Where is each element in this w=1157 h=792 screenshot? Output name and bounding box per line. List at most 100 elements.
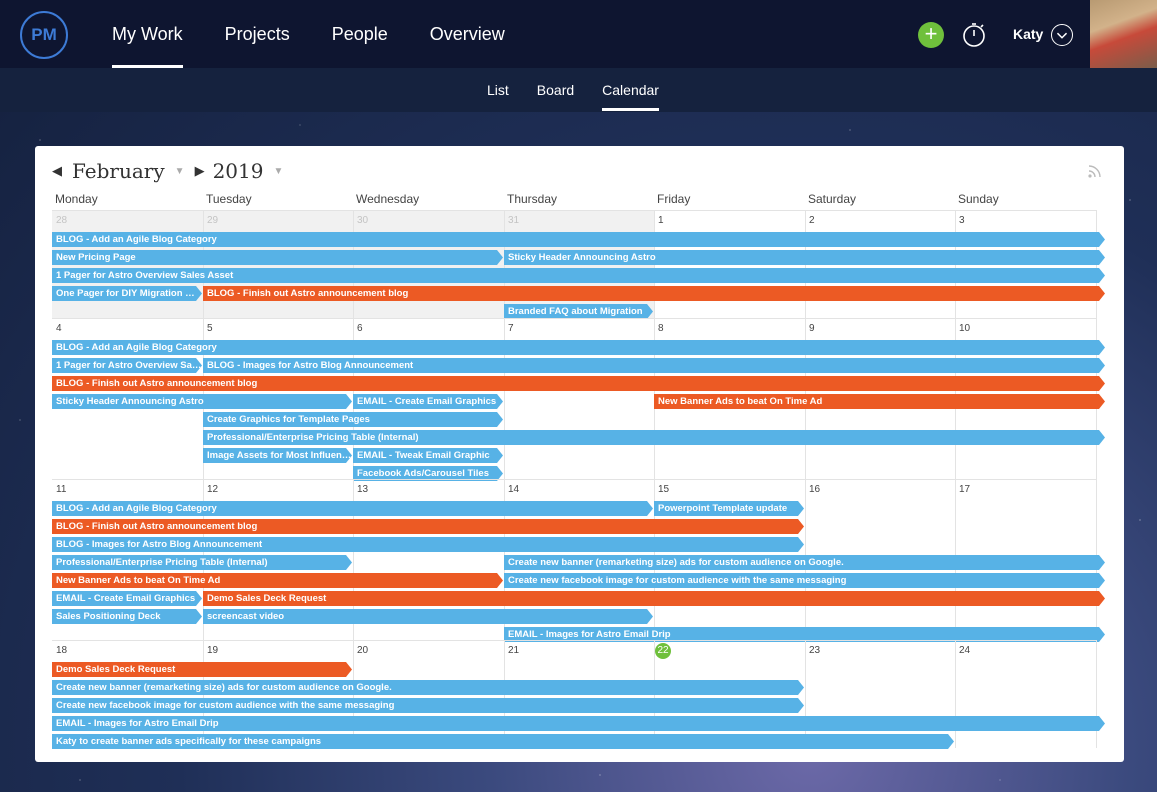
task-bar[interactable]: Create new banner (remarketing size) ads… xyxy=(52,680,804,695)
day-number[interactable]: 4 xyxy=(56,323,62,334)
month-label[interactable]: February xyxy=(72,159,165,183)
task-bar[interactable]: New Banner Ads to beat On Time Ad xyxy=(654,394,1105,409)
task-bar[interactable]: EMAIL - Create Email Graphics xyxy=(353,394,503,409)
task-bar[interactable]: Create new facebook image for custom aud… xyxy=(504,573,1105,588)
day-number[interactable]: 31 xyxy=(508,215,519,226)
week-divider xyxy=(52,318,1097,319)
day-number[interactable]: 29 xyxy=(207,215,218,226)
user-name[interactable]: Katy xyxy=(1013,26,1043,42)
weekday-header: Wednesday xyxy=(356,192,420,206)
day-number[interactable]: 18 xyxy=(56,645,67,656)
task-bar[interactable]: Demo Sales Deck Request xyxy=(52,662,352,677)
task-bar[interactable]: EMAIL - Create Email Graphics xyxy=(52,591,202,606)
day-number[interactable]: 14 xyxy=(508,484,519,495)
day-number[interactable]: 7 xyxy=(508,323,514,334)
day-number[interactable]: 8 xyxy=(658,323,664,334)
task-bar[interactable]: New Banner Ads to beat On Time Ad xyxy=(52,573,503,588)
task-bar[interactable]: 1 Pager for Astro Overview Sales Asset xyxy=(52,268,1105,283)
day-number[interactable]: 24 xyxy=(959,645,970,656)
calendar-header: ◀ February ▼ ▶ 2019 ▼ xyxy=(52,158,293,184)
day-number[interactable]: 13 xyxy=(357,484,368,495)
weekday-header: Tuesday xyxy=(206,192,252,206)
year-dropdown-caret-icon[interactable]: ▼ xyxy=(273,166,283,177)
task-bar[interactable]: One Pager for DIY Migration Offering xyxy=(52,286,202,301)
task-bar[interactable]: Create new facebook image for custom aud… xyxy=(52,698,804,713)
day-number[interactable]: 17 xyxy=(959,484,970,495)
task-bar[interactable]: Image Assets for Most Influential xyxy=(203,448,352,463)
day-divider xyxy=(1096,640,1097,748)
day-divider xyxy=(955,640,956,748)
task-bar[interactable]: Professional/Enterprise Pricing Table (I… xyxy=(203,430,1105,445)
weekday-header: Friday xyxy=(657,192,691,206)
chevron-down-icon[interactable] xyxy=(1051,24,1073,46)
view-switcher: List Board Calendar xyxy=(487,68,687,112)
day-number[interactable]: 11 xyxy=(56,484,66,495)
year-label[interactable]: 2019 xyxy=(213,159,264,183)
nav-projects[interactable]: Projects xyxy=(225,0,290,68)
day-number[interactable]: 16 xyxy=(809,484,820,495)
tab-calendar[interactable]: Calendar xyxy=(602,68,659,112)
task-bar[interactable]: BLOG - Images for Astro Blog Announcemen… xyxy=(203,358,1105,373)
weekday-header: Thursday xyxy=(507,192,558,206)
app-logo[interactable]: PM xyxy=(20,11,68,59)
weekday-headers: Monday Tuesday Wednesday Thursday Friday Satu… xyxy=(52,192,1097,210)
task-bar[interactable]: screencast video xyxy=(203,609,653,624)
day-number[interactable]: 30 xyxy=(357,215,368,226)
main-nav: My Work Projects People Overview xyxy=(112,0,547,68)
weekday-header: Monday xyxy=(55,192,98,206)
day-number[interactable]: 20 xyxy=(357,645,368,656)
week-divider xyxy=(52,210,1097,211)
task-bar[interactable]: BLOG - Images for Astro Blog Announcemen… xyxy=(52,537,804,552)
day-number[interactable]: 21 xyxy=(508,645,519,656)
task-bar[interactable]: EMAIL - Images for Astro Email Drip xyxy=(52,716,1105,731)
tab-list[interactable]: List xyxy=(487,68,509,112)
task-bar[interactable]: Professional/Enterprise Pricing Table (I… xyxy=(52,555,352,570)
day-number[interactable]: 5 xyxy=(207,323,213,334)
today-day-number[interactable]: 22 xyxy=(655,643,671,659)
task-bar[interactable]: Powerpoint Template update xyxy=(654,501,804,516)
month-dropdown-caret-icon[interactable]: ▼ xyxy=(175,166,185,177)
day-number[interactable]: 6 xyxy=(357,323,363,334)
week-divider xyxy=(52,640,1097,641)
task-bar[interactable]: BLOG - Add an Agile Blog Category xyxy=(52,340,1105,355)
task-bar[interactable]: Sticky Header Announcing Astro xyxy=(52,394,352,409)
day-number[interactable]: 28 xyxy=(56,215,67,226)
nav-overview[interactable]: Overview xyxy=(430,0,505,68)
prev-month-arrow-icon[interactable]: ◀ xyxy=(52,163,62,179)
day-number[interactable]: 23 xyxy=(809,645,820,656)
task-bar[interactable]: BLOG - Finish out Astro announcement blo… xyxy=(52,519,804,534)
nav-my-work[interactable]: My Work xyxy=(112,0,183,68)
avatar[interactable] xyxy=(1090,0,1157,68)
day-number[interactable]: 3 xyxy=(959,215,965,226)
task-bar[interactable]: 1 Pager for Astro Overview Sales Asset xyxy=(52,358,202,373)
task-bar[interactable]: Sticky Header Announcing Astro xyxy=(504,250,1105,265)
task-bar[interactable]: BLOG - Finish out Astro announcement blo… xyxy=(203,286,1105,301)
task-bar[interactable]: EMAIL - Tweak Email Graphic xyxy=(353,448,503,463)
task-bar[interactable]: BLOG - Add an Agile Blog Category xyxy=(52,232,1105,247)
nav-people[interactable]: People xyxy=(332,0,388,68)
weekday-header: Sunday xyxy=(958,192,999,206)
task-bar[interactable]: New Pricing Page xyxy=(52,250,503,265)
task-bar[interactable]: Sales Positioning Deck xyxy=(52,609,202,624)
day-number[interactable]: 10 xyxy=(959,323,970,334)
add-plus-icon[interactable]: + xyxy=(918,22,944,48)
next-month-arrow-icon[interactable]: ▶ xyxy=(195,163,205,179)
rss-feed-icon[interactable] xyxy=(1087,163,1103,179)
day-number[interactable]: 12 xyxy=(207,484,218,495)
stopwatch-icon[interactable] xyxy=(961,22,987,48)
task-bar[interactable]: Demo Sales Deck Request xyxy=(203,591,1105,606)
day-number[interactable]: 1 xyxy=(658,215,664,226)
task-bar[interactable]: Create Graphics for Template Pages xyxy=(203,412,503,427)
task-bar[interactable]: Branded FAQ about Migration xyxy=(504,304,653,319)
week-divider xyxy=(52,479,1097,480)
day-number[interactable]: 9 xyxy=(809,323,815,334)
day-number[interactable]: 19 xyxy=(207,645,218,656)
day-number[interactable]: 15 xyxy=(658,484,669,495)
task-bar[interactable]: Katy to create banner ads specifically f… xyxy=(52,734,954,749)
task-bar[interactable]: BLOG - Add an Agile Blog Category xyxy=(52,501,653,516)
tab-board[interactable]: Board xyxy=(537,68,574,112)
task-bar[interactable]: Create new banner (remarketing size) ads… xyxy=(504,555,1105,570)
top-navbar: PM My Work Projects People Overview + Katy xyxy=(0,0,1090,68)
day-number[interactable]: 2 xyxy=(809,215,815,226)
task-bar[interactable]: BLOG - Finish out Astro announcement blo… xyxy=(52,376,1105,391)
